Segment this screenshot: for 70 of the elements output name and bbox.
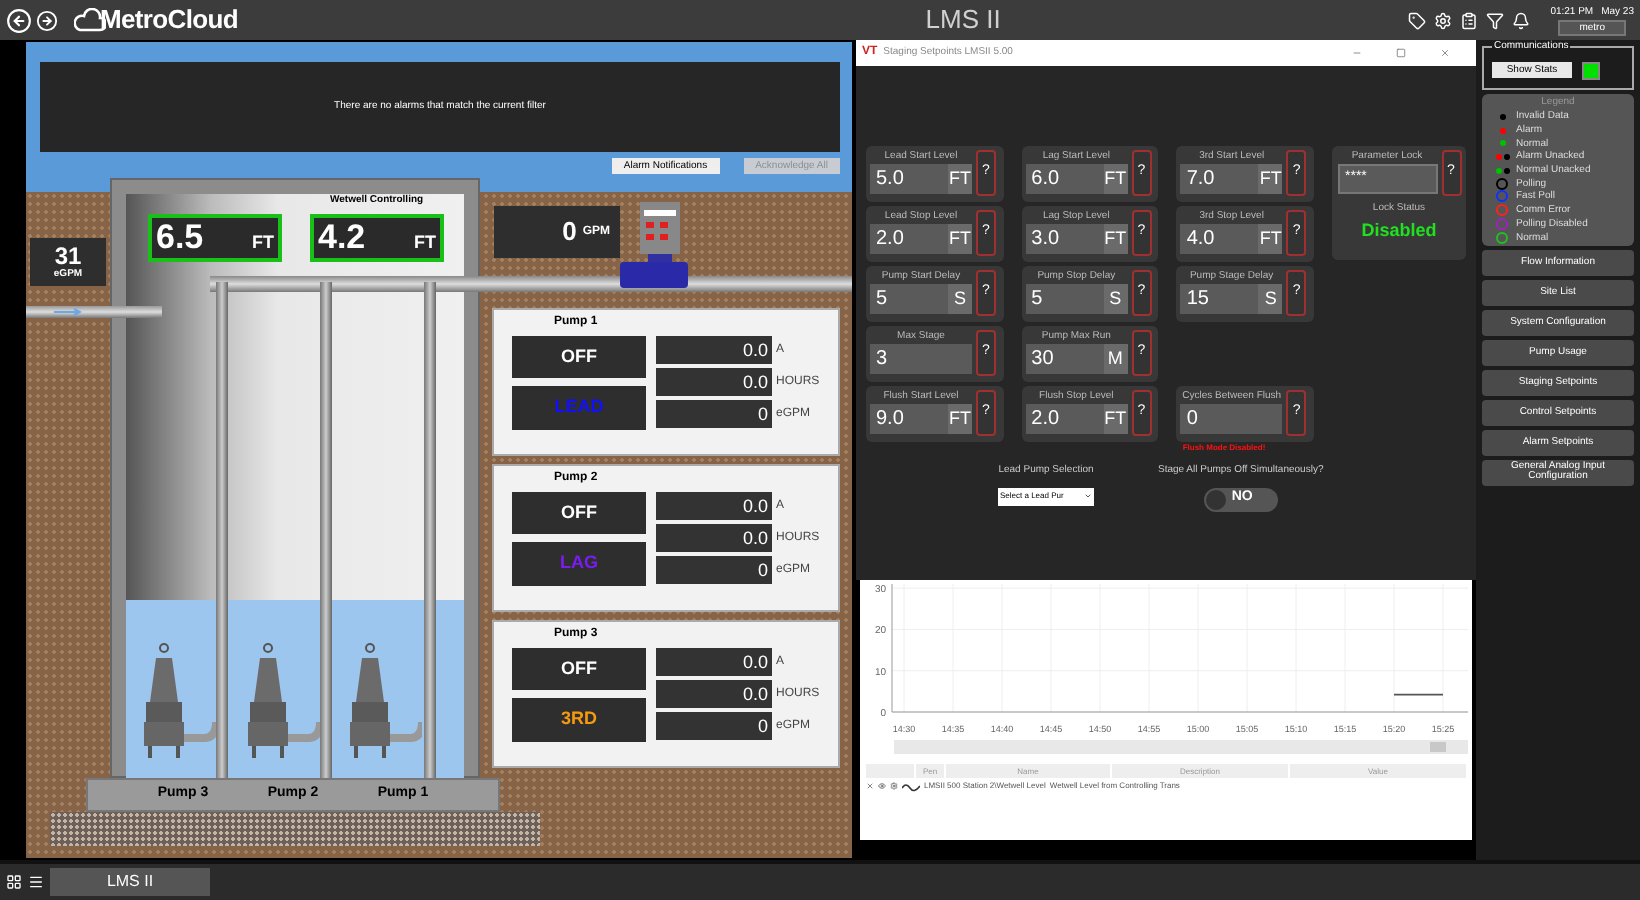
taskbar-tab[interactable]: LMS II (50, 868, 210, 896)
level-value: 4.2 (318, 218, 366, 258)
pump-state: OFF (512, 648, 646, 690)
setpoint-unit: FT (1103, 164, 1128, 194)
lock-status-value: Disabled (1361, 217, 1437, 243)
readout-value: 0 (656, 556, 772, 584)
setpoint-unit: S (948, 284, 972, 314)
setpoint-unit: FT (1103, 404, 1128, 434)
setpoint-input[interactable]: 7.0 (1180, 164, 1259, 194)
tag-icon[interactable] (1408, 11, 1427, 29)
setpoint-unit: S (1258, 284, 1283, 314)
readout-value: 0.0 (656, 524, 772, 552)
readout-value: 0.0 (656, 648, 772, 676)
setpoint-unit: S (1103, 284, 1128, 314)
setpoint-input[interactable]: 2.0 (870, 224, 948, 254)
level-unit: FT (252, 230, 274, 256)
visibility-icon[interactable] (878, 782, 886, 790)
filter-icon[interactable] (1486, 11, 1505, 29)
readout-value: 0.0 (656, 336, 772, 364)
setpoint-input[interactable]: 5 (870, 284, 948, 314)
pump-state: OFF (512, 492, 646, 534)
flow-meter-drawing (620, 202, 688, 292)
setpoint-input[interactable]: 4.0 (1180, 224, 1259, 254)
submersible-pump-drawing (140, 642, 216, 758)
inlet-pipe (26, 306, 162, 318)
bell-icon[interactable] (1512, 11, 1531, 29)
readout-value: 0 (656, 712, 772, 740)
flow-value: 0 (562, 214, 577, 251)
level-unit: FT (414, 230, 436, 256)
horizontal-scrollbar[interactable] (894, 740, 1468, 754)
clipboard-icon[interactable] (1460, 11, 1479, 29)
setpoint-input[interactable]: 15 (1180, 284, 1259, 314)
trend-line (1393, 693, 1444, 696)
forward-icon[interactable] (36, 9, 58, 31)
menu-icon[interactable] (28, 874, 44, 890)
setpoint-input[interactable]: 3.0 (1025, 224, 1104, 254)
setpoint-unit: FT (1103, 224, 1128, 254)
setpoint-input[interactable]: 6.0 (1025, 164, 1104, 194)
setpoint-input[interactable]: 3 (870, 344, 972, 374)
pump-role: 3RD (560, 706, 597, 733)
setpoint-unit: FT (1258, 224, 1283, 254)
setpoint-input[interactable]: 0 (1180, 404, 1283, 434)
setpoint-input[interactable]: 5.0 (870, 164, 948, 194)
submersible-pump-drawing (346, 642, 422, 758)
readout-value: 0.0 (656, 368, 772, 396)
pump-role: LEAD (554, 394, 604, 421)
setpoint-unit: FT (948, 224, 972, 254)
logo-text: MetroCloud (100, 2, 238, 39)
flow-arrow-icon (54, 308, 82, 316)
readout-value: 0.0 (656, 492, 772, 520)
grid-icon[interactable] (6, 874, 22, 890)
setpoint-input[interactable]: 9.0 (870, 404, 948, 434)
back-icon[interactable] (6, 7, 32, 33)
y-axis (891, 583, 893, 713)
setpoint-unit: FT (948, 164, 972, 194)
pen-wave-icon (902, 781, 920, 791)
readout-value: 0.0 (656, 680, 772, 708)
setpoint-unit: FT (1258, 164, 1283, 194)
readout-value: 0 (656, 400, 772, 428)
pump-state: OFF (512, 336, 646, 378)
submersible-pump-drawing (244, 642, 320, 758)
setpoint-input[interactable]: 5 (1025, 284, 1104, 314)
setpoint-input[interactable]: 2.0 (1025, 404, 1104, 434)
setpoint-unit: FT (948, 404, 972, 434)
level-value: 6.5 (156, 218, 204, 258)
setpoint-input[interactable]: 30 (1025, 344, 1104, 374)
inflow-value: 31 (54, 244, 82, 268)
pump-role: LAG (560, 550, 598, 577)
setpoint-unit: M (1103, 344, 1128, 374)
window-title: LMS II (925, 2, 1001, 39)
